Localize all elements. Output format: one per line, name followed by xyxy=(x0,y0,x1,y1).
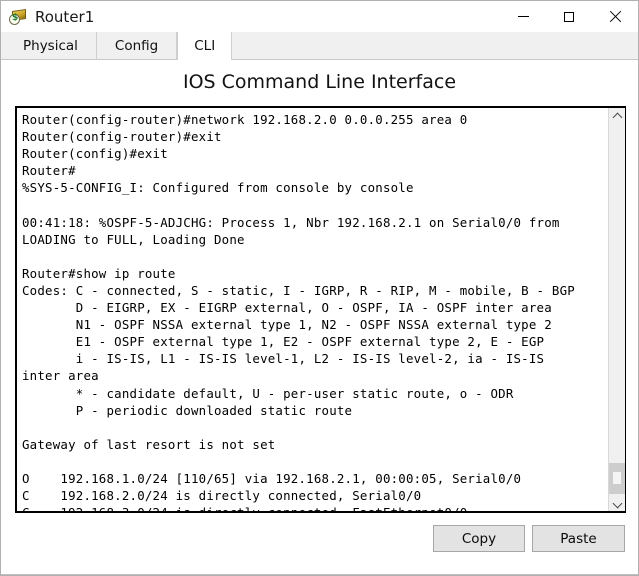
terminal-line: Gateway of last resort is not set xyxy=(22,436,276,452)
terminal-line: C 192.168.3.0/24 is directly connected, … xyxy=(22,504,608,511)
paste-button[interactable]: Paste xyxy=(532,525,625,552)
minimize-icon xyxy=(517,16,529,17)
terminal-line: P - periodic downloaded static route xyxy=(22,402,353,418)
terminal-line: 00:41:18: %OSPF-5-ADJCHG: Process 1, Nbr… xyxy=(22,214,560,230)
router-cli-window: Router1 Physical Config CLI IOS Command … xyxy=(0,0,639,576)
window-title: Router1 xyxy=(35,7,95,26)
terminal-scrollbar[interactable] xyxy=(608,108,625,511)
terminal-line: * - candidate default, U - per-user stat… xyxy=(22,385,514,401)
terminal-line: Router#show ip route xyxy=(22,265,176,281)
terminal-line: D - EIGRP, EX - EIGRP external, O - OSPF… xyxy=(22,300,552,316)
title-bar: Router1 xyxy=(1,1,638,32)
maximize-button[interactable] xyxy=(546,1,592,32)
terminal-line: Router(config-router)#exit xyxy=(22,129,222,145)
tab-config[interactable]: Config xyxy=(96,32,178,59)
terminal-line: N1 - OSPF NSSA external type 1, N2 - OSP… xyxy=(22,317,552,333)
maximize-icon xyxy=(564,11,574,22)
scrollbar-thumb[interactable] xyxy=(609,463,625,494)
tab-physical[interactable]: Physical xyxy=(5,32,97,59)
page-title: IOS Command Line Interface xyxy=(182,71,457,93)
minimize-button[interactable] xyxy=(500,1,546,32)
copy-button[interactable]: Copy xyxy=(433,525,525,552)
close-icon xyxy=(609,11,621,23)
terminal-line: O 192.168.1.0/24 [110/65] via 192.168.2.… xyxy=(22,470,522,486)
bottom-bar: Copy Paste xyxy=(1,513,638,575)
router-device-icon xyxy=(9,7,29,27)
close-button[interactable] xyxy=(592,1,638,32)
terminal-line: i - IS-IS, L1 - IS-IS level-1, L2 - IS-I… xyxy=(22,351,545,367)
terminal-line: Codes: C - connected, S - static, I - IG… xyxy=(22,282,575,298)
cli-output-area[interactable]: Router(config-router)#network 192.168.2.… xyxy=(17,108,608,511)
chevron-up-icon xyxy=(614,113,621,120)
terminal-line: E1 - OSPF external type 1, E2 - OSPF ext… xyxy=(22,334,545,350)
terminal-line: Router# xyxy=(22,163,76,179)
footer-divider xyxy=(1,574,638,575)
terminal-line: C 192.168.2.0/24 is directly connected, … xyxy=(22,488,422,504)
tab-strip: Physical Config CLI xyxy=(1,32,638,60)
terminal-line: Router(config-router)#network 192.168.2.… xyxy=(22,112,468,127)
terminal-line: Router(config)#exit xyxy=(22,146,168,162)
cli-terminal-panel: Router(config-router)#network 192.168.2.… xyxy=(15,106,626,513)
terminal-line: %SYS-5-CONFIG_I: Configured from console… xyxy=(22,180,414,196)
terminal-line: LOADING to FULL, Loading Done xyxy=(22,231,245,247)
scroll-down-button[interactable] xyxy=(609,494,625,511)
scroll-up-button[interactable] xyxy=(609,108,625,125)
scrollbar-track[interactable] xyxy=(609,125,625,494)
tab-cli[interactable]: CLI xyxy=(177,32,233,60)
terminal-line: inter area xyxy=(22,368,99,384)
window-controls xyxy=(500,1,638,32)
chevron-down-icon xyxy=(614,499,621,506)
